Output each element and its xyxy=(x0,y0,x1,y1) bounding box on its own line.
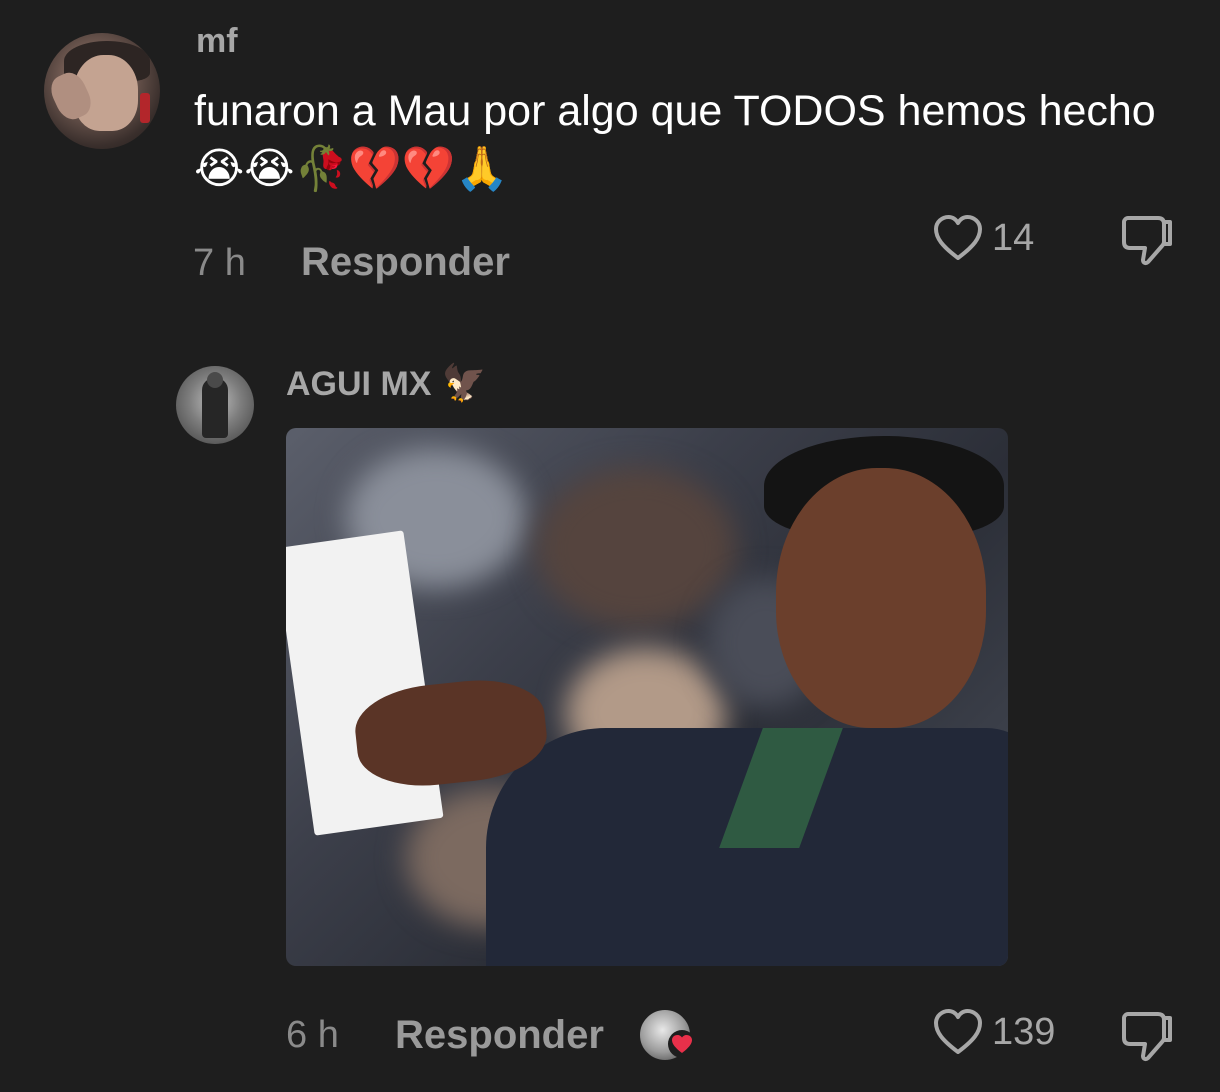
like-button[interactable]: 14 xyxy=(932,214,1034,262)
creator-like-badge xyxy=(668,1030,696,1058)
avatar-mark xyxy=(140,93,150,123)
like-button[interactable]: 139 xyxy=(932,1008,1055,1056)
dislike-button[interactable] xyxy=(1118,1008,1176,1069)
comment-image[interactable] xyxy=(286,428,1008,966)
reply-button[interactable]: Responder xyxy=(395,1013,604,1058)
reply-button[interactable]: Responder xyxy=(301,240,510,285)
eagle-icon: 🦅 xyxy=(441,363,487,404)
avatar[interactable] xyxy=(176,366,254,444)
comment-username-text: AGUI MX xyxy=(286,365,432,403)
background-crowd xyxy=(536,468,736,628)
comment-body: funaron a Mau por algo que TODOS hemos h… xyxy=(194,87,1156,135)
head xyxy=(776,468,986,728)
comment-username[interactable]: AGUI MX 🦅 xyxy=(286,362,486,404)
like-count: 139 xyxy=(992,1010,1056,1053)
comment-text: funaron a Mau por algo que TODOS hemos h… xyxy=(194,82,1174,198)
heart-outline-icon xyxy=(934,1009,982,1054)
comment-emojis: 😭😭🥀💔💔🙏 xyxy=(194,144,509,194)
like-count: 14 xyxy=(992,216,1035,259)
comment-timestamp: 7 h xyxy=(193,242,246,284)
thumbs-down-icon xyxy=(1122,216,1172,266)
heart-outline-icon xyxy=(934,215,982,260)
thumbs-down-icon xyxy=(1122,1012,1172,1062)
small-heart-icon xyxy=(672,1035,692,1053)
comment-timestamp: 6 h xyxy=(286,1014,339,1056)
dislike-button[interactable] xyxy=(1118,212,1176,273)
avatar-head xyxy=(207,372,223,388)
comment-username[interactable]: mf xyxy=(196,22,238,61)
avatar[interactable] xyxy=(44,33,160,149)
